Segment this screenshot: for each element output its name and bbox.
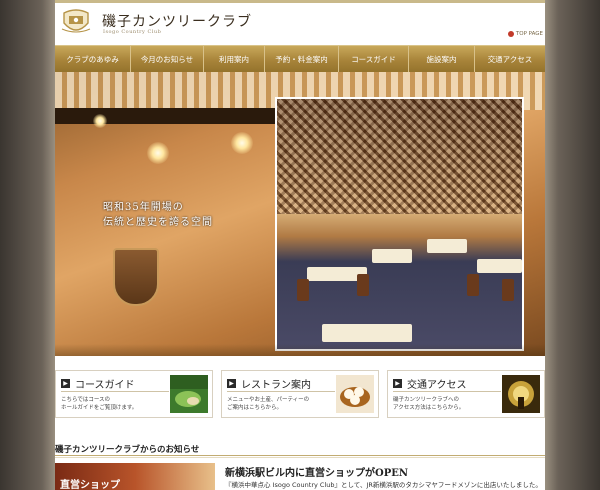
feature-card-rule — [61, 391, 169, 392]
feature-card-title: ▶ レストラン案内 — [227, 376, 311, 391]
nav-item-history[interactable]: クラブのあゆみ — [55, 46, 131, 72]
nav-item-access[interactable]: 交通アクセス — [475, 46, 545, 72]
station-thumbnail — [502, 375, 540, 413]
hero-shadow — [55, 344, 545, 356]
feature-card-desc: 磯子カンツリークラブへの アクセス方法はこちらから。 — [393, 397, 465, 411]
news-thumbnail-label: 直営ショップ — [60, 480, 120, 490]
dining-table — [477, 259, 522, 273]
dining-table — [372, 249, 412, 263]
nav-item-monthly-news[interactable]: 今月のお知らせ — [131, 46, 204, 72]
photo-ceiling — [277, 99, 522, 214]
club-logo-icon[interactable] — [60, 7, 92, 37]
dining-table — [322, 324, 412, 342]
nav-item-reservation-fees[interactable]: 予約・料金案内 — [265, 46, 339, 72]
top-border — [55, 0, 545, 3]
hero-banner: 昭和35年開場の 伝統と歴史を誇る空間 — [55, 72, 545, 356]
site-title[interactable]: 磯子カンツリークラブ — [102, 11, 252, 31]
feature-card-course-guide[interactable]: ▶ コースガイド こちらではコースの ホールガイドをご覧頂けます。 — [55, 370, 213, 418]
feature-card-desc: メニューやお土産、パーティーの ご案内はこちらから。 — [227, 397, 310, 411]
news-divider — [55, 457, 545, 458]
dining-chair — [357, 274, 369, 296]
top-page-link[interactable]: TOP PAGE — [507, 31, 543, 37]
spotlight-icon — [93, 114, 107, 128]
feature-card-desc: こちらではコースの ホールガイドをご覧頂けます。 — [61, 397, 138, 411]
nav-item-facilities[interactable]: 施設案内 — [409, 46, 475, 72]
feature-card-rule — [227, 391, 335, 392]
nav-item-usage-guide[interactable]: 利用案内 — [204, 46, 265, 72]
spotlight-icon — [231, 132, 253, 154]
hero-caption-line: 昭和35年開場の — [103, 202, 184, 213]
golf-course-thumbnail — [170, 375, 208, 413]
news-item-body: 『横浜中華点心 Isogo Country Club』として、JR新横浜駅のタカ… — [225, 481, 542, 489]
top-page-label: TOP PAGE — [515, 31, 543, 37]
news-item-title[interactable]: 新横浜駅ビル内に直営ショップがOPEN — [225, 464, 408, 479]
feature-card-title-text: コースガイド — [75, 380, 135, 391]
feature-card-title-text: 交通アクセス — [407, 380, 467, 391]
news-heading: 磯子カンツリークラブからのお知らせ — [55, 445, 200, 455]
dining-chair — [467, 274, 479, 296]
feature-card-title: ▶ コースガイド — [61, 376, 135, 391]
main-nav: クラブのあゆみ 今月のお知らせ 利用案内 予約・料金案内 コースガイド 施設案内… — [55, 45, 545, 72]
dining-chair — [502, 279, 514, 301]
spotlight-icon — [147, 142, 169, 164]
hero-caption: 昭和35年開場の 伝統と歴史を誇る空間 — [103, 200, 213, 230]
top-page-icon — [507, 31, 514, 37]
page: 磯子カンツリークラブ Isogo Country Club TOP PAGE ク… — [55, 0, 545, 490]
dining-chair — [297, 279, 309, 301]
nav-item-course-guide[interactable]: コースガイド — [339, 46, 409, 72]
hero-caption-line: 伝統と歴史を誇る空間 — [103, 217, 213, 228]
news-divider — [55, 455, 545, 456]
restaurant-photo — [275, 97, 524, 351]
hero-light-rail — [55, 108, 275, 124]
feature-card-access[interactable]: ▶ 交通アクセス 磯子カンツリークラブへの アクセス方法はこちらから。 — [387, 370, 545, 418]
feature-card-restaurant[interactable]: ▶ レストラン案内 メニューやお土産、パーティーの ご案内はこちらから。 — [221, 370, 379, 418]
dining-table — [427, 239, 467, 253]
site-subtitle: Isogo Country Club — [103, 29, 162, 35]
feature-links: ▶ コースガイド こちらではコースの ホールガイドをご覧頂けます。 ▶ レストラ… — [55, 370, 545, 420]
arrow-right-icon: ▶ — [393, 379, 402, 388]
dumpling-thumbnail — [336, 375, 374, 413]
feature-card-rule — [393, 391, 501, 392]
arrow-right-icon: ▶ — [227, 379, 236, 388]
arrow-right-icon: ▶ — [61, 379, 70, 388]
feature-card-title: ▶ 交通アクセス — [393, 376, 467, 391]
feature-card-title-text: レストラン案内 — [241, 380, 311, 391]
hero-crest — [113, 248, 159, 306]
